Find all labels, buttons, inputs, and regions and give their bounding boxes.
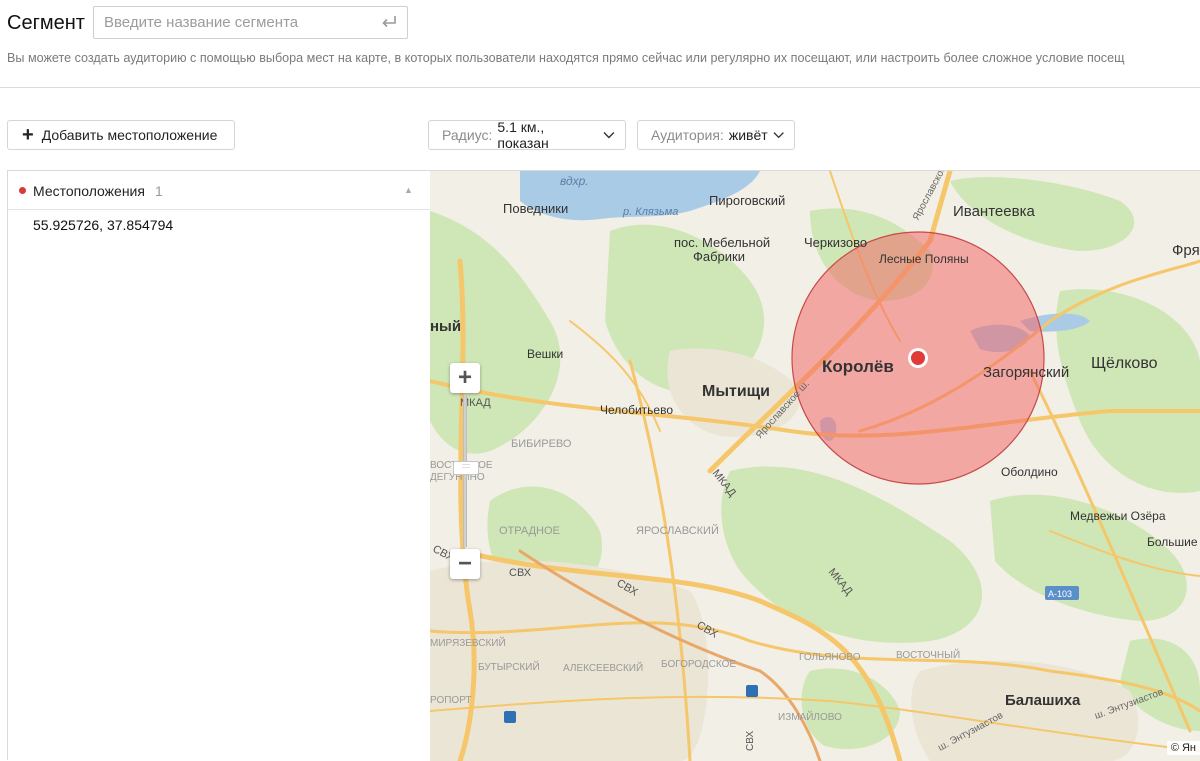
map-view[interactable]: вдхр. Поведники р. Клязьма Пироговский И…: [430, 170, 1200, 761]
zoom-in-button[interactable]: +: [450, 363, 480, 393]
map-label: р. Клязьма: [622, 206, 678, 218]
radius-label: Радиус:: [442, 127, 493, 143]
locations-panel: Местоположения 1 ▲ 55.925726, 37.854794: [7, 170, 430, 760]
zoom-out-button[interactable]: −: [450, 549, 480, 579]
map-label: Загорянский: [983, 364, 1069, 381]
map-label: ЯРОСЛАВСКИЙ: [636, 524, 719, 537]
radius-dropdown[interactable]: Радиус: 5.1 км., показан: [428, 119, 626, 151]
add-location-button[interactable]: + Добавить местоположение: [7, 120, 235, 150]
audience-label: Аудитория:: [651, 127, 724, 143]
map-label: Фабрики: [693, 249, 745, 264]
map-label: СВХ: [509, 567, 532, 579]
map-canvas[interactable]: вдхр. Поведники р. Клязьма Пироговский И…: [430, 171, 1200, 761]
map-label: Балашиха: [1005, 692, 1081, 709]
locations-count: 1: [155, 183, 163, 199]
map-label: Королёв: [822, 357, 894, 376]
audience-dropdown[interactable]: Аудитория: живёт: [637, 120, 795, 150]
divider: [0, 87, 1200, 88]
chevron-down-icon: [603, 132, 615, 139]
map-label: Мытищи: [702, 383, 770, 400]
locations-panel-header[interactable]: Местоположения 1 ▲: [8, 171, 430, 210]
map-label: Поведники: [503, 201, 568, 216]
map-label: Большие: [1147, 535, 1198, 549]
map-label: СВХ: [745, 731, 756, 751]
map-label: МИРЯЗЕВСКИЙ: [430, 636, 506, 649]
map-label: Фря: [1172, 242, 1200, 259]
map-label: РОПОРТ: [430, 695, 472, 706]
map-label: ный: [430, 318, 461, 335]
page-title: Сегмент: [7, 12, 85, 34]
segment-name-input[interactable]: [93, 6, 408, 39]
zoom-slider-handle[interactable]: ::::: [453, 461, 479, 475]
map-label: Челобитьево: [600, 403, 673, 417]
enter-icon: [382, 16, 396, 28]
map-label: Оболдино: [1001, 465, 1058, 479]
map-label: БОГОРОДСКОЕ: [661, 659, 736, 670]
map-label: ВОСТОЧНЫЙ: [896, 648, 960, 661]
collapse-arrow-icon[interactable]: ▲: [404, 185, 413, 195]
map-label: вдхр.: [560, 174, 589, 188]
radius-value: 5.1 км., показан: [497, 119, 549, 151]
add-location-label: Добавить местоположение: [41, 127, 218, 143]
map-label: Вешки: [527, 347, 563, 361]
location-item[interactable]: 55.925726, 37.854794: [33, 217, 173, 233]
map-label: Медвежьи Озёра: [1070, 509, 1166, 523]
page-description: Вы можете создать аудиторию с помощью вы…: [7, 51, 1125, 65]
map-label: БУТЫРСКИЙ: [478, 660, 540, 673]
map-label: Пироговский: [709, 193, 785, 208]
location-marker-icon[interactable]: [911, 351, 925, 365]
map-label: пос. Мебельной: [674, 235, 770, 250]
plus-icon: +: [22, 124, 34, 146]
map-label: Ивантеевка: [953, 203, 1035, 220]
map-label: А-103: [1048, 589, 1072, 599]
map-label: Щёлково: [1091, 355, 1158, 372]
map-label: ОТРАДНОЕ: [499, 525, 560, 537]
locations-title: Местоположения: [33, 183, 145, 199]
map-label: БИБИРЕВО: [511, 438, 572, 450]
map-label: ИЗМАЙЛОВО: [778, 710, 842, 723]
audience-value: живёт: [728, 127, 768, 143]
location-dot-icon: [19, 187, 26, 194]
map-label: АЛЕКСЕЕВСКИЙ: [563, 661, 643, 674]
map-copyright[interactable]: © Ян: [1166, 741, 1200, 755]
map-label: ГОЛЬЯНОВО: [799, 652, 861, 663]
map-label: Черкизово: [804, 235, 867, 250]
map-label: Лесные Поляны: [879, 252, 969, 266]
chevron-down-icon: [773, 132, 784, 139]
